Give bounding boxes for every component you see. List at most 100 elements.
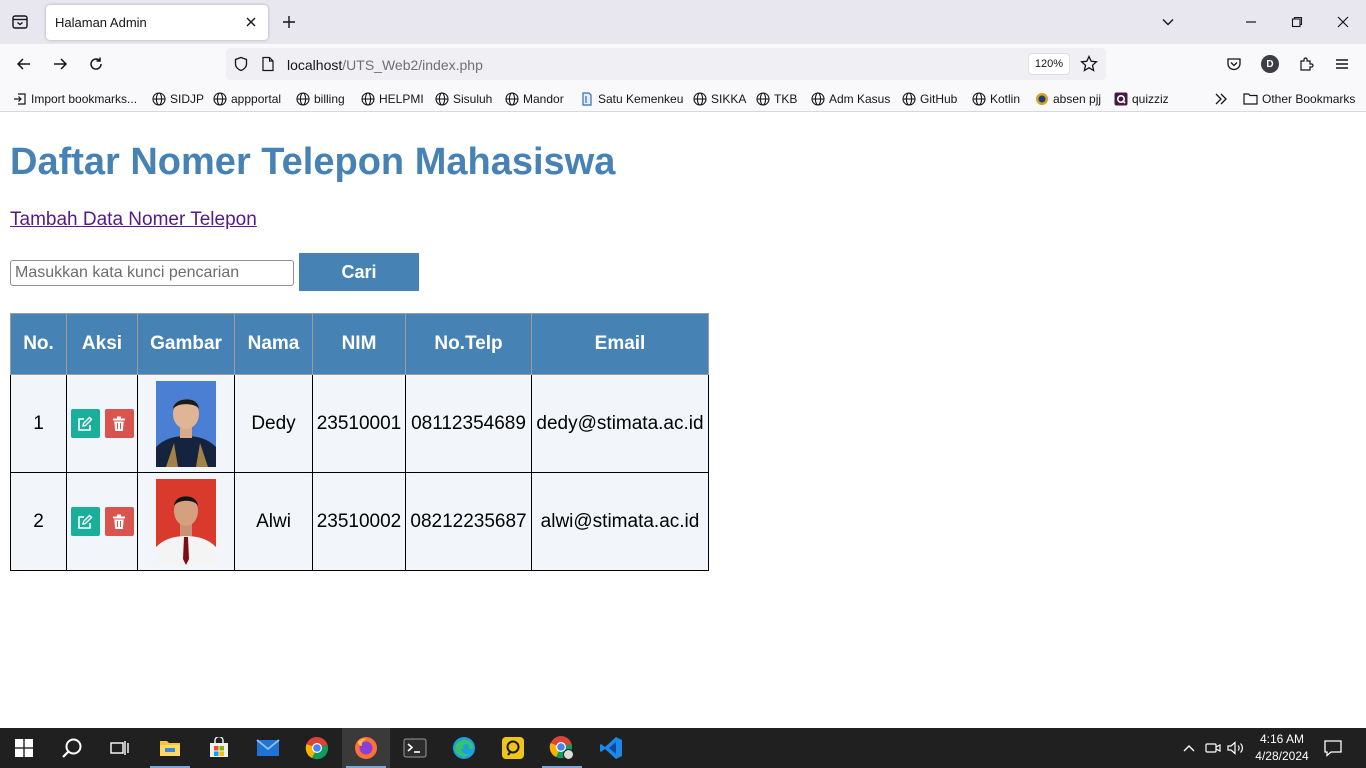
search-input[interactable] [10,260,294,286]
firefox-icon[interactable] [342,728,390,768]
camera-tray-icon[interactable] [1203,728,1223,768]
volume-icon[interactable] [1226,728,1246,768]
bookmark-label: GitHub [920,91,958,106]
restore-icon[interactable] [1285,10,1309,34]
edit-button[interactable] [70,409,100,438]
student-photo [156,380,216,467]
bookmark-mandor[interactable]: Mandor [504,90,564,107]
bookmark-sidjp[interactable]: SIDJP [151,90,204,107]
bookmark-label: Kotlin [990,91,1021,106]
chrome-icon[interactable] [293,728,341,768]
bookmark-satu-kemenkeu[interactable]: Satu Kemenkeu [579,90,683,107]
bookmark-github[interactable]: GitHub [901,90,957,107]
taskbar-clock[interactable]: 4:16 AM 4/28/2024 [1254,731,1310,765]
bookmark-absen-pjj[interactable]: absen pjj [1034,90,1101,107]
cell-nama: Alwi [234,472,313,571]
globe-icon [504,91,519,106]
tab-bar: Halaman Admin [0,0,1366,44]
task-view-icon[interactable] [96,728,144,768]
file-explorer-icon[interactable] [146,728,194,768]
chevron-up-icon[interactable] [1179,728,1199,768]
forward-arrow-icon[interactable] [49,53,71,75]
globe-icon [212,91,227,106]
clock-date: 4/28/2024 [1255,749,1309,763]
student-phone-table: No. Aksi Gambar Nama NIM No.Telp Email 1 [10,313,709,571]
windows-start-icon[interactable] [0,728,48,768]
cell-email: alwi@stimata.ac.id [531,472,709,571]
vscode-icon[interactable] [587,728,635,768]
close-window-icon[interactable] [1331,10,1355,34]
edge-icon[interactable] [440,728,488,768]
other-bookmarks[interactable]: Other Bookmarks [1243,90,1355,107]
mail-icon[interactable] [244,728,292,768]
delete-button[interactable] [104,409,134,438]
url-text[interactable]: localhost/UTS_Web2/index.php [287,57,483,73]
kemenkeu-icon [579,91,594,106]
bookmark-billing[interactable]: billing [295,90,345,107]
tab-title: Halaman Admin [55,15,147,30]
bookmark-helpmi[interactable]: HELPMI [360,90,424,107]
globe-icon [295,91,310,106]
url-bar[interactable]: localhost/UTS_Web2/index.php 120% [226,48,1106,80]
reload-icon[interactable] [85,53,107,75]
search-button[interactable]: Cari [299,253,419,291]
cell-nim: 23510002 [312,472,406,571]
cell-gambar [137,374,235,473]
chrome-profile-icon[interactable] [538,728,586,768]
navigation-bar: localhost/UTS_Web2/index.php 120% D [0,44,1366,84]
extensions-icon[interactable] [1295,53,1317,75]
cell-nim: 23510001 [312,374,406,473]
back-arrow-icon[interactable] [13,53,35,75]
bookmark-star-icon[interactable] [1080,55,1098,73]
header-aksi: Aksi [66,313,138,375]
more-bookmarks-chevron-icon[interactable] [1213,90,1229,107]
filezilla-icon[interactable] [489,728,537,768]
bookmark-appportal[interactable]: appportal [212,90,281,107]
new-tab-icon[interactable] [279,12,299,32]
close-tab-icon[interactable] [242,13,260,31]
bookmark-label: Adm Kasus [829,91,891,106]
bookmark-kotlin[interactable]: Kotlin [971,90,1020,107]
add-phone-link[interactable]: Tambah Data Nomer Telepon [10,209,257,231]
bookmark-label: Sisuluh [453,91,493,106]
clock-time: 4:16 AM [1259,732,1305,746]
bookmark-sikka[interactable]: SIKKA [692,90,746,107]
delete-button[interactable] [104,507,134,536]
bookmarks-toolbar: Import bookmarks... SIDJP appportal bill… [0,84,1366,112]
page-icon[interactable] [259,55,277,73]
chevron-down-icon[interactable] [1158,12,1178,32]
edit-button[interactable] [70,507,100,536]
bookmark-label: billing [314,91,345,106]
bookmark-sisuluh[interactable]: Sisuluh [434,90,492,107]
hamburger-menu-icon[interactable] [1331,53,1353,75]
minimize-icon[interactable] [1239,10,1263,34]
zoom-badge[interactable]: 120% [1028,53,1070,75]
header-telp: No.Telp [405,313,532,375]
account-avatar[interactable]: D [1259,53,1281,75]
edit-icon [78,514,93,529]
cell-aksi [66,374,138,473]
globe-icon [810,91,825,106]
table-header-row: No. Aksi Gambar Nama NIM No.Telp Email [10,313,709,375]
bookmark-tkb[interactable]: TKB [755,90,797,107]
notifications-icon[interactable] [1320,728,1346,768]
bookmark-quizziz[interactable]: quizziz [1113,90,1169,107]
search-icon[interactable] [48,728,96,768]
bookmark-import[interactable]: Import bookmarks... [12,90,137,107]
header-nim: NIM [312,313,406,375]
microsoft-store-icon[interactable] [195,728,243,768]
shield-icon[interactable] [232,55,250,73]
bookmark-label: Import bookmarks... [31,91,138,106]
cell-no: 2 [10,472,67,571]
bookmark-adm-kasus[interactable]: Adm Kasus [810,90,890,107]
bookmark-label: quizziz [1132,91,1169,106]
terminal-icon[interactable] [391,728,439,768]
globe-icon [901,91,916,106]
bookmark-label: SIDJP [170,91,205,106]
tab-active[interactable]: Halaman Admin [46,5,268,40]
header-nama: Nama [234,313,313,375]
globe-icon [755,91,770,106]
pocket-icon[interactable] [1223,53,1245,75]
page-title: Daftar Nomer Telepon Mahasiswa [10,141,616,183]
tab-list-icon[interactable] [8,10,32,34]
